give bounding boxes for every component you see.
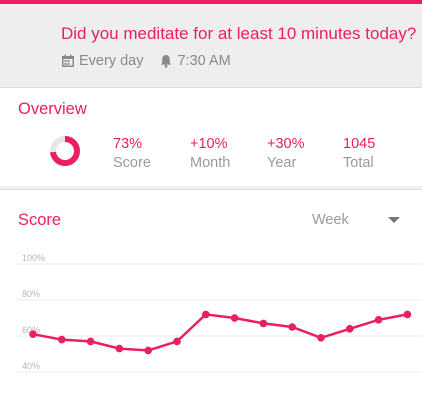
score-point [173,337,181,346]
stat-year-label: Year [267,155,297,171]
y-tick-label: 40% [22,361,40,371]
habit-header: Did you meditate for at least 10 minutes… [0,4,422,85]
score-point [259,319,268,328]
stat-score-label: Score [113,155,151,171]
stat-year: +30% Year [267,136,305,171]
stat-month: +10% Month [190,136,230,171]
score-point [58,335,66,344]
calendar-icon [61,54,75,68]
stat-year-value: +30% [267,136,305,152]
score-ring [50,136,80,166]
habit-frequency: Every day [79,53,144,69]
score-point [288,323,297,331]
y-tick-label: 80% [22,289,40,299]
score-point [202,310,210,319]
y-tick-label: 100% [22,253,45,263]
bell-icon [159,54,173,68]
score-point [115,344,124,353]
score-point [374,316,383,324]
score-point [144,346,152,355]
overview-card: Overview 73% Score +10% Month +30% Year … [0,87,422,186]
score-point [346,325,354,333]
habit-meta: Every day 7:30 AM [61,53,231,69]
overview-title: Overview [18,100,87,118]
score-card: Score Week 100% 80% 60% 40% [0,189,422,404]
stat-total-value: 1045 [343,136,376,152]
stat-month-label: Month [190,155,231,171]
stat-score: 73% Score [113,136,151,171]
score-point [86,337,95,346]
habit-reminder: 7:30 AM [177,53,231,69]
stat-total-label: Total [343,155,374,171]
score-series-line [32,313,408,352]
score-point [29,330,37,338]
stat-total: 1045 Total [343,136,375,171]
habit-question: Did you meditate for at least 10 minutes… [61,24,417,43]
score-point [317,334,325,342]
score-chart: 100%80%60%40% [16,253,422,373]
score-point [403,310,412,319]
score-point [230,314,239,322]
stat-score-value: 73% [113,136,143,152]
stat-month-value: +10% [190,136,228,152]
